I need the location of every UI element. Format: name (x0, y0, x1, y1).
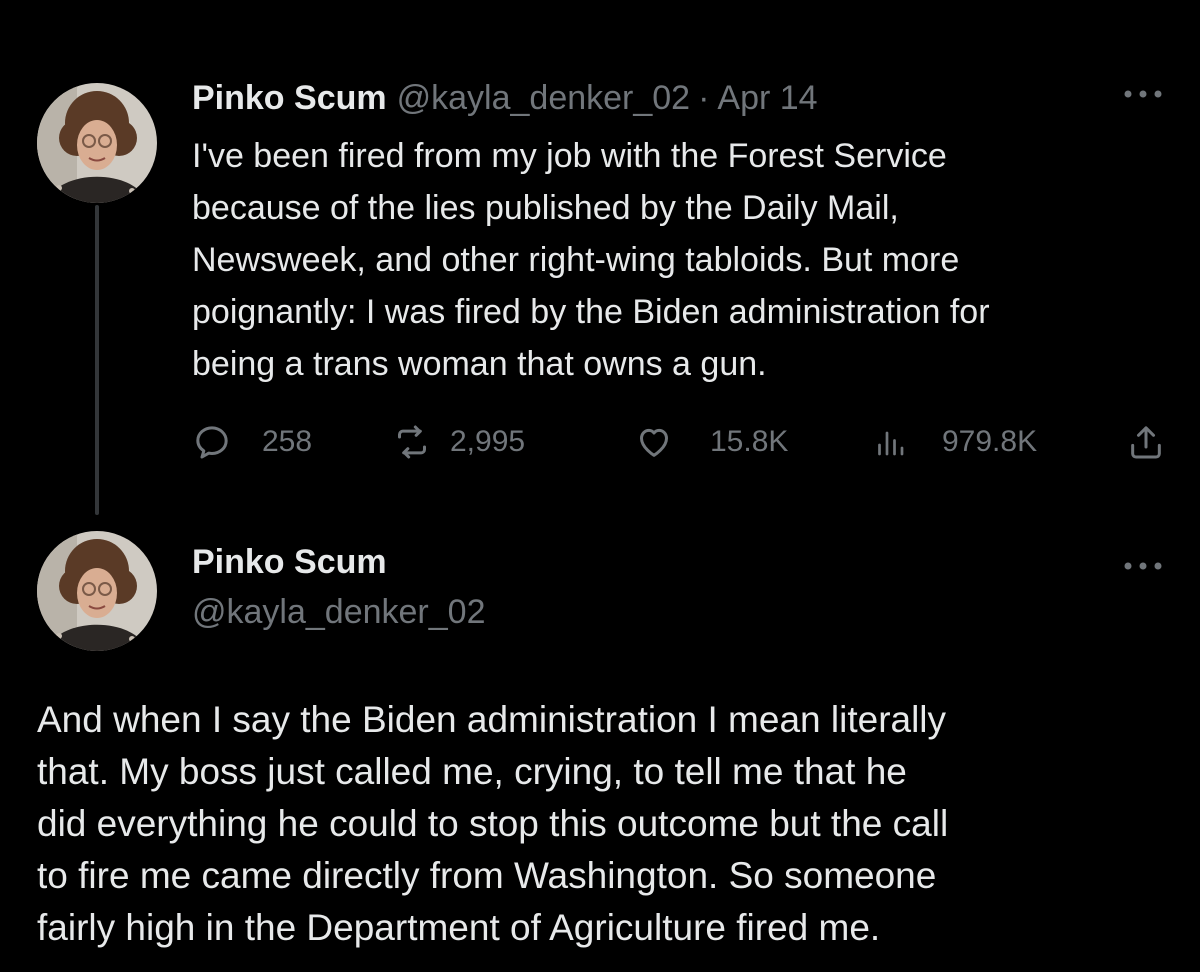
tweet-header: Pinko Scum @kayla_denker_02 · Apr 14 (192, 74, 818, 122)
reply-text: And when I say the Biden administration … (37, 699, 949, 948)
avatar-image (37, 83, 157, 203)
retweet-button[interactable]: 2,995 (392, 422, 525, 462)
reply-icon (196, 426, 228, 459)
user-handle[interactable]: @kayla_denker_02 (397, 79, 690, 118)
more-options-icon[interactable] (1120, 78, 1166, 112)
display-name[interactable]: Pinko Scum (192, 79, 387, 118)
user-handle[interactable]: @kayla_denker_02 (192, 588, 485, 636)
avatar-image (37, 531, 157, 651)
thread-line (95, 205, 99, 515)
like-button[interactable]: 15.8K (634, 422, 788, 462)
share-button[interactable] (1126, 422, 1166, 462)
heart-icon (640, 428, 668, 457)
tweet-text: I've been fired from my job with the For… (192, 137, 990, 383)
avatar[interactable] (37, 83, 157, 203)
tweet-date[interactable]: Apr 14 (717, 79, 817, 118)
retweet-count: 2,995 (450, 425, 526, 458)
retweet-icon (398, 425, 426, 459)
like-count: 15.8K (710, 425, 789, 458)
display-name[interactable]: Pinko Scum (192, 538, 387, 586)
tweet-action-bar: 258 2,995 15.8K 979.8K (192, 420, 1172, 464)
views-button[interactable]: 979.8K (872, 422, 1037, 462)
avatar[interactable] (37, 531, 157, 651)
more-options-icon[interactable] (1120, 550, 1166, 584)
share-icon (1131, 426, 1161, 459)
views-icon (878, 431, 904, 456)
reply-count: 258 (262, 425, 313, 458)
view-count: 979.8K (942, 425, 1038, 458)
reply-button[interactable]: 258 (192, 422, 312, 462)
header-separator: · (698, 78, 710, 117)
